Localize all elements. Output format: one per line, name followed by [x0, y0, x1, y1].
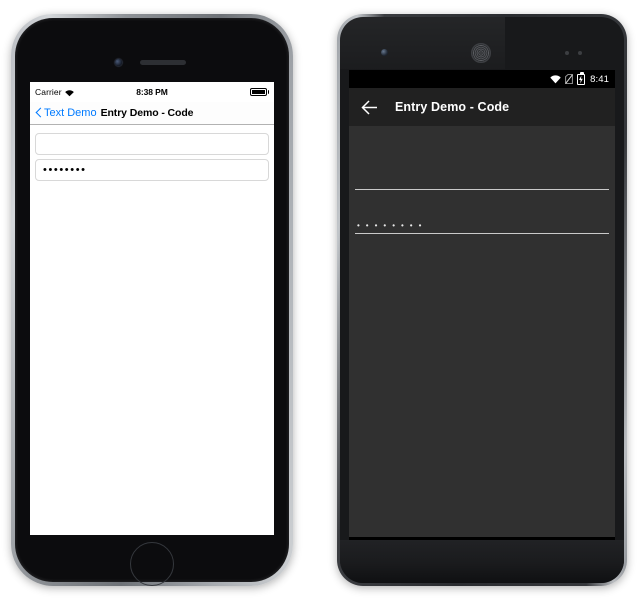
- android-entry-field-password[interactable]: ••••••••: [355, 208, 609, 234]
- ios-content-area: ••••••••: [30, 125, 274, 535]
- earpiece-speaker-icon: [471, 43, 491, 63]
- wifi-icon: [550, 74, 561, 84]
- android-device-frame: 8:41 Entry Demo - Code ••••••••: [337, 14, 627, 586]
- ios-clock: 8:38 PM: [136, 87, 168, 97]
- front-camera-icon: [381, 49, 388, 56]
- no-sim-icon: [565, 73, 574, 85]
- ios-back-label: Text Demo: [44, 107, 97, 119]
- android-status-bar: 8:41: [349, 70, 615, 88]
- ios-entry-field-plain[interactable]: [35, 133, 269, 155]
- chevron-left-icon: [34, 107, 42, 119]
- proximity-sensor-icon: [565, 51, 591, 55]
- android-clock: 8:41: [590, 73, 609, 85]
- ios-page-title: Entry Demo - Code: [100, 107, 194, 119]
- front-camera-icon: [115, 59, 122, 66]
- android-entry-field-plain[interactable]: [355, 164, 609, 190]
- android-page-title: Entry Demo - Code: [395, 100, 510, 114]
- android-app-bar: Entry Demo - Code: [349, 88, 615, 126]
- ios-back-button[interactable]: Text Demo: [34, 107, 97, 119]
- battery-full-icon: [250, 88, 269, 96]
- ios-navigation-bar: Text Demo Entry Demo - Code: [30, 102, 274, 125]
- home-button-icon[interactable]: [130, 542, 174, 586]
- android-screen: 8:41 Entry Demo - Code ••••••••: [349, 70, 615, 540]
- ios-status-bar: Carrier 8:38 PM: [30, 82, 274, 102]
- ios-entry-password-value: ••••••••: [43, 163, 87, 176]
- android-entry-password-value: ••••••••: [357, 221, 428, 230]
- ios-screen: Carrier 8:38 PM Text Demo Entry Demo - C…: [30, 82, 274, 535]
- ios-entry-field-password[interactable]: ••••••••: [35, 159, 269, 181]
- android-content-area: ••••••••: [349, 126, 615, 537]
- earpiece-speaker-icon: [140, 60, 186, 65]
- android-device-chin: [340, 540, 624, 583]
- battery-charging-icon: [577, 72, 586, 85]
- arrow-left-icon[interactable]: [361, 99, 378, 116]
- ios-device-frame: Carrier 8:38 PM Text Demo Entry Demo - C…: [11, 14, 293, 586]
